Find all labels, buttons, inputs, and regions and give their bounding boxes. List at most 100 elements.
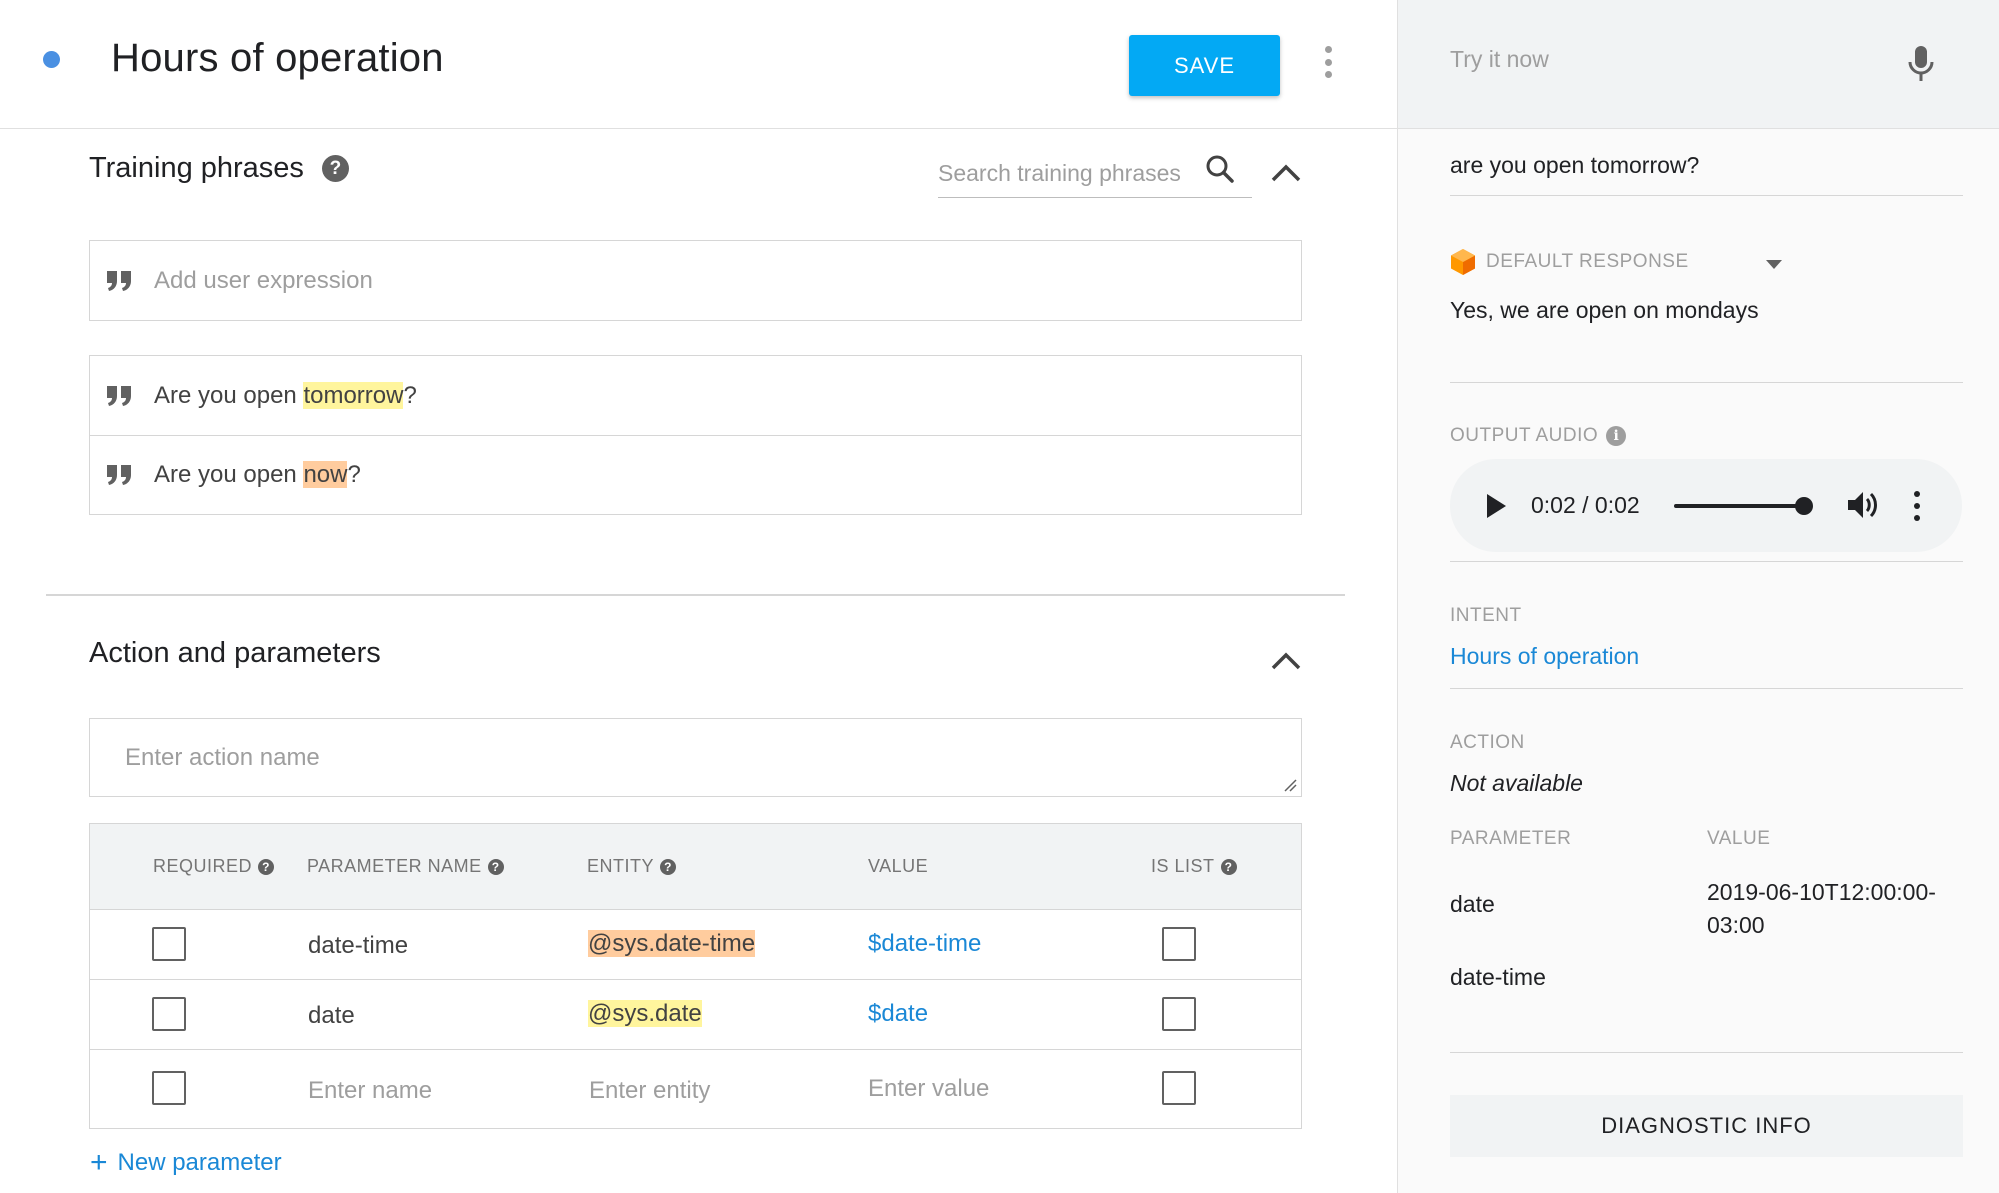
training-phrases-title: Training phrases <box>89 152 304 184</box>
table-row-new: Enter name Enter entity Enter value <box>90 1050 1301 1128</box>
action-label: ACTION <box>1450 732 1525 753</box>
training-phrases-heading: Training phrases ? <box>89 152 349 185</box>
search-icon[interactable] <box>1204 153 1236 185</box>
quote-icon <box>107 385 131 406</box>
audio-progress-thumb[interactable] <box>1795 497 1813 515</box>
dropdown-arrow-icon[interactable] <box>1764 258 1784 270</box>
quote-icon <box>107 465 131 485</box>
parameter-name-input[interactable]: Enter name <box>308 1077 432 1105</box>
divider <box>1450 688 1963 689</box>
column-required: REQUIRED? <box>153 856 275 877</box>
is-list-checkbox[interactable] <box>1162 1071 1196 1105</box>
phrase-prefix: Are you open <box>154 461 304 488</box>
more-vert-icon[interactable] <box>1318 46 1338 78</box>
add-user-expression-input[interactable]: Add user expression <box>154 267 373 295</box>
column-label: PARAMETER NAME <box>307 856 482 876</box>
play-icon[interactable] <box>1484 492 1508 520</box>
response-header: DEFAULT RESPONSE <box>1450 248 1689 276</box>
status-dot <box>43 51 60 68</box>
search-input[interactable] <box>938 156 1198 190</box>
resize-handle-icon[interactable] <box>1283 778 1297 792</box>
intent-header: Hours of operation SAVE <box>0 0 1397 129</box>
column-label: REQUIRED <box>153 856 253 876</box>
required-checkbox[interactable] <box>152 997 186 1031</box>
search-training-phrases <box>938 150 1252 198</box>
intent-editor: Hours of operation SAVE Training phrases… <box>0 0 1397 1193</box>
divider <box>1450 561 1963 562</box>
phrase-suffix: ? <box>347 461 361 488</box>
section-divider <box>46 594 1345 596</box>
entity-input[interactable]: Enter entity <box>589 1077 710 1105</box>
is-list-checkbox[interactable] <box>1162 997 1196 1031</box>
save-button[interactable]: SAVE <box>1129 35 1280 96</box>
parameter-name: date-time <box>1450 964 1546 990</box>
info-icon[interactable]: i <box>1606 426 1627 446</box>
divider <box>1450 382 1963 383</box>
volume-icon[interactable] <box>1846 489 1882 521</box>
entity-cell[interactable]: @sys.date-time <box>588 930 756 958</box>
collapse-chevron-up-icon[interactable] <box>1266 646 1306 676</box>
value-cell[interactable]: $date-time <box>868 930 981 958</box>
user-query: are you open tomorrow? <box>1450 152 1700 178</box>
entity-chip: @sys.date <box>588 1000 702 1027</box>
try-it-now-input[interactable] <box>1450 46 1870 73</box>
training-phrase[interactable]: Are you open tomorrow? <box>90 356 1301 435</box>
parameter-name: date <box>1450 891 1495 917</box>
phrase-suffix: ? <box>403 381 417 409</box>
entity-annotation[interactable]: now <box>303 461 348 488</box>
action-name-input[interactable]: Enter action name <box>89 718 1302 797</box>
column-label: IS LIST <box>1151 856 1215 876</box>
column-entity: ENTITY? <box>587 856 677 877</box>
column-is-list: IS LIST? <box>1151 856 1237 877</box>
column-parameter-name: PARAMETER NAME? <box>307 856 504 877</box>
entity-cell[interactable]: @sys.date <box>588 1000 702 1028</box>
table-row: date @sys.date $date <box>90 980 1301 1050</box>
value-cell[interactable]: $date <box>868 1000 928 1028</box>
divider <box>1450 195 1963 196</box>
value-input[interactable]: Enter value <box>868 1075 989 1103</box>
help-icon[interactable]: ? <box>321 155 349 182</box>
microphone-icon[interactable] <box>1906 44 1936 84</box>
output-audio-header: OUTPUT AUDIO i <box>1450 425 1627 447</box>
action-value: Not available <box>1450 770 1583 796</box>
help-icon[interactable]: ? <box>660 858 677 875</box>
intent-link[interactable]: Hours of operation <box>1450 643 1639 670</box>
try-it-now-bar <box>1398 0 1999 129</box>
parameter-value: 2019-06-10T12:00:00-03:00 <box>1707 879 1936 938</box>
is-list-checkbox[interactable] <box>1162 927 1196 961</box>
training-phrase[interactable]: Are you open now? <box>90 435 1301 514</box>
column-value: VALUE <box>868 856 928 877</box>
help-icon[interactable]: ? <box>487 858 504 875</box>
plus-icon: + <box>90 1146 108 1179</box>
collapse-chevron-up-icon[interactable] <box>1266 158 1306 188</box>
output-audio-label: OUTPUT AUDIO <box>1450 425 1599 446</box>
parameters-table-header: REQUIRED? PARAMETER NAME? ENTITY? VALUE … <box>90 824 1301 910</box>
column-label: VALUE <box>868 856 929 876</box>
page-title: Hours of operation <box>111 36 444 80</box>
intent-label: INTENT <box>1450 605 1522 626</box>
training-phrase-text: Are you open now? <box>154 461 361 489</box>
help-icon[interactable]: ? <box>1220 858 1237 875</box>
test-console: are you open tomorrow? DEFAULT RESPONSE … <box>1397 0 1999 1193</box>
column-label: ENTITY <box>587 856 655 876</box>
new-parameter-label: New parameter <box>117 1149 282 1176</box>
add-user-expression[interactable]: Add user expression <box>89 240 1302 321</box>
required-checkbox[interactable] <box>152 1071 186 1105</box>
diagnostic-info-button[interactable]: DIAGNOSTIC INFO <box>1450 1095 1963 1157</box>
audio-progress-track[interactable] <box>1674 504 1802 508</box>
parameters-table: REQUIRED? PARAMETER NAME? ENTITY? VALUE … <box>89 823 1302 1129</box>
audio-player: 0:02 / 0:02 <box>1450 459 1962 552</box>
required-checkbox[interactable] <box>152 927 186 961</box>
training-phrase-text: Are you open tomorrow? <box>154 381 417 410</box>
parameter-name-cell[interactable]: date-time <box>308 932 408 960</box>
help-icon[interactable]: ? <box>258 858 275 875</box>
new-parameter-button[interactable]: + New parameter <box>90 1148 282 1178</box>
parameter-name-cell[interactable]: date <box>308 1002 355 1030</box>
dialogflow-cube-icon <box>1451 249 1475 275</box>
audio-time: 0:02 / 0:02 <box>1531 492 1640 518</box>
entity-annotation[interactable]: tomorrow <box>303 381 404 409</box>
phrase-prefix: Are you open <box>154 381 304 409</box>
more-vert-icon[interactable] <box>1913 491 1921 521</box>
default-response-label: DEFAULT RESPONSE <box>1486 251 1689 272</box>
table-row: date-time @sys.date-time $date-time <box>90 910 1301 980</box>
